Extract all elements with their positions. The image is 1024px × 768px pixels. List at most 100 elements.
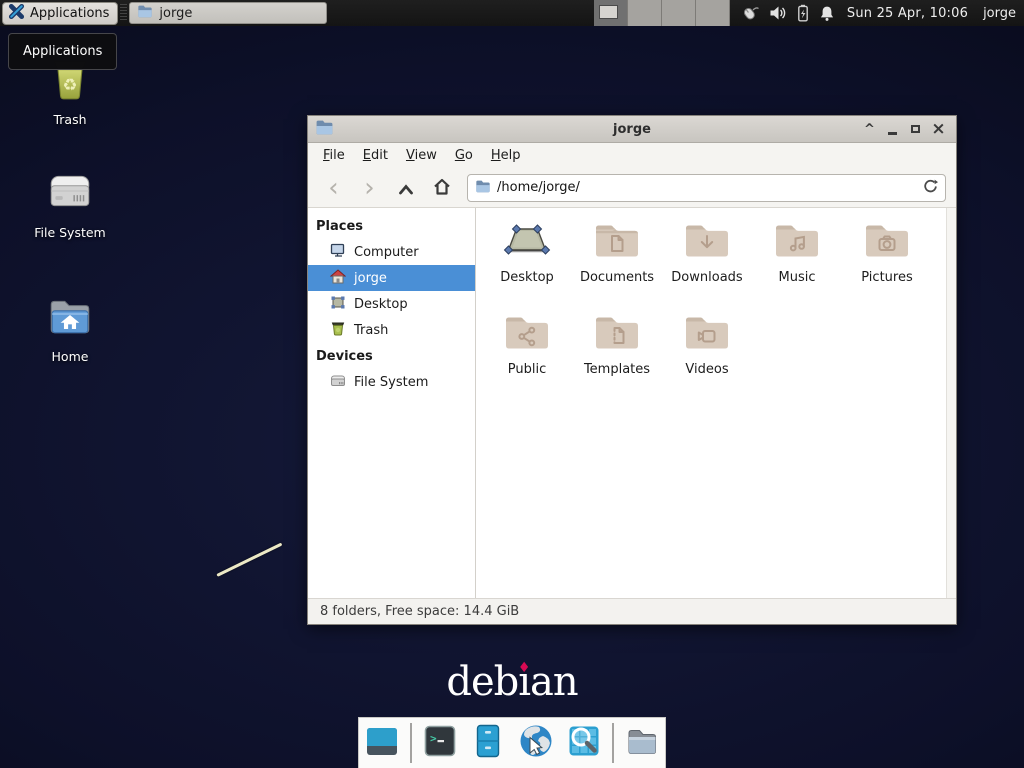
folder-item-music[interactable]: Music xyxy=(752,218,842,310)
folder-icon xyxy=(137,4,153,22)
home-button[interactable] xyxy=(426,173,457,203)
bottom-dock: > xyxy=(358,717,666,768)
folder-item-label: Videos xyxy=(685,362,728,377)
folder-item-public[interactable]: Public xyxy=(482,310,572,402)
workspace-2[interactable] xyxy=(628,0,662,26)
workspace-switcher[interactable] xyxy=(594,0,730,26)
desktop-icon-filesystem[interactable]: File System xyxy=(20,168,120,240)
folder-item-label: Public xyxy=(508,362,546,377)
computer-icon xyxy=(330,243,346,262)
menu-file[interactable]: File xyxy=(314,145,354,166)
chevron-up-icon xyxy=(397,175,415,201)
sidebar: Places Computer jo xyxy=(308,208,476,598)
recycle-glyph: ♻ xyxy=(63,75,78,94)
home-icon xyxy=(432,175,452,201)
window-title: jorge xyxy=(613,122,651,137)
applications-menu-button[interactable]: Applications xyxy=(2,2,118,25)
battery-icon[interactable] xyxy=(796,4,810,22)
close-button[interactable]: × xyxy=(927,118,950,141)
file-cabinet-icon xyxy=(469,722,507,764)
folder-item-desktop[interactable]: Desktop xyxy=(482,218,572,310)
home-folder-icon xyxy=(45,292,95,344)
sidebar-item-trash[interactable]: Trash xyxy=(308,317,475,343)
up-button[interactable] xyxy=(390,173,421,203)
status-text: 8 folders, Free space: 14.4 GiB xyxy=(320,604,519,619)
debian-diamond: ♦ xyxy=(518,661,531,676)
application-finder-launcher[interactable] xyxy=(564,723,604,763)
sidebar-item-label: Trash xyxy=(354,323,388,338)
folder-item-templates[interactable]: Templates xyxy=(572,310,662,402)
window-titlebar[interactable]: jorge ^ × xyxy=(308,116,956,143)
web-browser-launcher[interactable] xyxy=(516,723,556,763)
folder-item-label: Desktop xyxy=(500,270,554,285)
shade-button[interactable]: ^ xyxy=(858,118,881,141)
sidebar-item-jorge[interactable]: jorge xyxy=(308,265,475,291)
desktop-artifact-line xyxy=(216,543,282,577)
folder-item-videos[interactable]: Videos xyxy=(662,310,752,402)
forward-button[interactable]: › xyxy=(354,173,385,203)
workspace-4[interactable] xyxy=(696,0,730,26)
workspace-3[interactable] xyxy=(662,0,696,26)
harddrive-icon xyxy=(45,168,95,220)
minimize-button[interactable] xyxy=(881,118,904,141)
mouse-tray-icon[interactable] xyxy=(740,4,760,22)
sidebar-item-desktop[interactable]: Desktop xyxy=(308,291,475,317)
panel-username: jorge xyxy=(983,6,1016,21)
file-manager-window: jorge ^ × File Edit View Go Help ‹ › xyxy=(307,115,957,625)
show-desktop-icon xyxy=(363,722,401,764)
terminal-launcher[interactable]: > xyxy=(420,723,460,763)
folder-item-label: Pictures xyxy=(861,270,912,285)
folder-menu-launcher[interactable] xyxy=(622,723,662,763)
file-manager-launcher[interactable] xyxy=(468,723,508,763)
harddrive-mini-icon xyxy=(330,373,346,392)
taskbar-window-label: jorge xyxy=(159,6,192,21)
applications-tooltip: Applications xyxy=(8,33,117,70)
path-input[interactable] xyxy=(497,180,916,195)
folder-item-label: Documents xyxy=(580,270,654,285)
menu-view[interactable]: View xyxy=(397,145,446,166)
scrollbar-track[interactable] xyxy=(946,208,956,598)
statusbar: 8 folders, Free space: 14.4 GiB xyxy=(308,598,956,624)
dock-separator xyxy=(612,723,614,763)
sidebar-item-filesystem[interactable]: File System xyxy=(308,369,475,395)
logo-i: ı♦ xyxy=(518,660,530,704)
folder-item-downloads[interactable]: Downloads xyxy=(662,218,752,310)
toolbar: ‹ › xyxy=(308,168,956,208)
workspace-1[interactable] xyxy=(594,0,628,26)
menu-help[interactable]: Help xyxy=(482,145,530,166)
prompt-glyph: > xyxy=(430,732,437,745)
maximize-button[interactable] xyxy=(904,118,927,141)
applications-menu-label: Applications xyxy=(30,6,109,21)
menu-edit[interactable]: Edit xyxy=(354,145,397,166)
logo-text: deb xyxy=(446,659,518,705)
folder-item-pictures[interactable]: Pictures xyxy=(842,218,932,310)
desktop-icon-label: Trash xyxy=(53,112,86,127)
desktop-icon-home[interactable]: Home xyxy=(20,292,120,364)
folder-item-label: Music xyxy=(779,270,816,285)
folder-icon xyxy=(475,178,491,197)
location-bar[interactable] xyxy=(467,174,946,202)
notifications-bell-icon[interactable] xyxy=(819,5,835,22)
desktop-icon-label: Home xyxy=(52,349,89,364)
maximize-icon xyxy=(911,125,920,133)
menubar: File Edit View Go Help xyxy=(308,143,956,168)
show-desktop-button[interactable] xyxy=(362,723,402,763)
debian-logo: debı♦an xyxy=(446,660,577,704)
terminal-icon: > xyxy=(421,722,459,764)
volume-icon[interactable] xyxy=(769,5,787,21)
folder-icon xyxy=(623,722,661,764)
panel-clock[interactable]: Sun 25 Apr, 10:06 xyxy=(847,6,968,21)
back-button[interactable]: ‹ xyxy=(318,173,349,203)
folder-view: Desktop Documents xyxy=(476,208,946,598)
desktop-mini-icon xyxy=(330,295,346,314)
workspace-window-thumb xyxy=(599,5,618,19)
logo-text: an xyxy=(530,659,578,705)
reload-icon[interactable] xyxy=(922,178,938,198)
minimize-icon xyxy=(888,132,897,135)
taskbar-window-button[interactable]: jorge xyxy=(129,2,327,24)
sidebar-item-computer[interactable]: Computer xyxy=(308,239,475,265)
menu-go[interactable]: Go xyxy=(446,145,482,166)
window-folder-icon xyxy=(315,119,334,139)
folder-item-documents[interactable]: Documents xyxy=(572,218,662,310)
folder-item-label: Templates xyxy=(584,362,650,377)
